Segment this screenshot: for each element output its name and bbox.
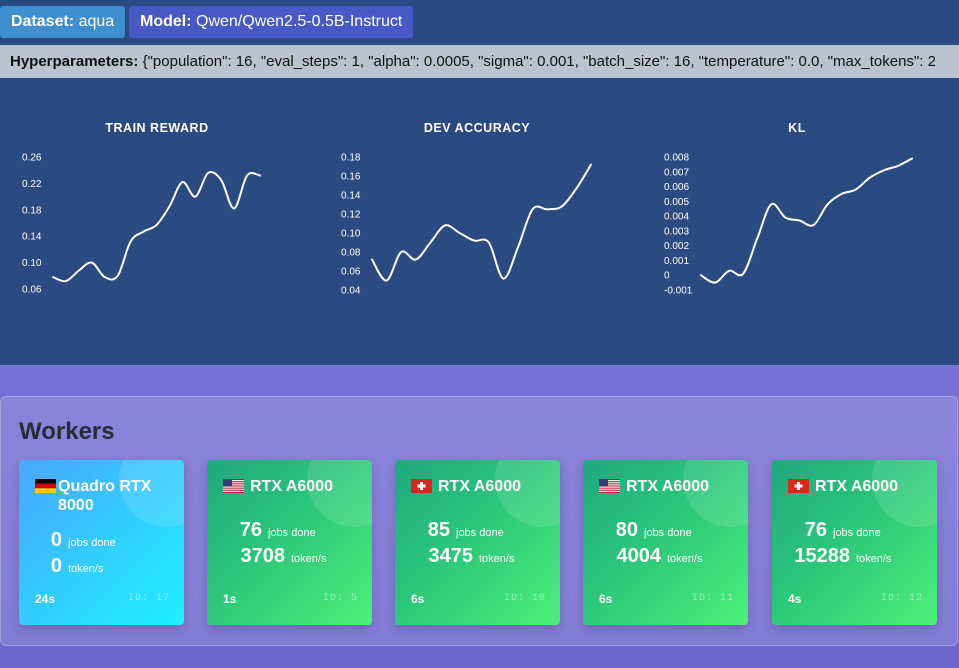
dev-accuracy-y-tick: 0.12 [341, 210, 361, 221]
kl-y-tick: 0.007 [664, 167, 689, 178]
gpu-name: RTX A6000 [815, 478, 898, 495]
tokens-stat: 15288 token/s [772, 545, 937, 568]
tokens-rate: 15288 [794, 545, 850, 567]
dev-accuracy-y-tick: 0.18 [341, 153, 361, 164]
tokens-label: token/s [68, 563, 104, 575]
tokens-stat: 4004 token/s [583, 545, 748, 568]
jobs-count: 76 [804, 519, 827, 541]
dev-accuracy-y-tick: 0.10 [341, 229, 361, 240]
train-reward-y-tick: 0.14 [22, 232, 42, 243]
worker-id: ID: 5 [322, 593, 358, 604]
kl-y-tick: 0.005 [664, 197, 689, 208]
jobs-stat: 0 jobs done [19, 529, 184, 552]
jobs-label: jobs done [644, 527, 692, 539]
kl-y-tick: 0.008 [664, 153, 689, 164]
jobs-count: 85 [427, 519, 450, 541]
jobs-label: jobs done [268, 527, 316, 539]
metrics-panel: Dataset: aqua Model: Qwen/Qwen2.5-0.5B-I… [0, 0, 959, 365]
worker-id: ID: 10 [503, 593, 546, 604]
gpu-name: Quadro RTX 8000 [58, 478, 152, 514]
worker-card[interactable]: Quadro RTX 8000 0 jobs done 0 token/s 24s … [19, 460, 184, 625]
train-reward-y-tick: 0.22 [22, 179, 42, 190]
tokens-label: token/s [667, 553, 703, 565]
train-reward-series-line [52, 170, 261, 283]
jobs-count: 76 [239, 519, 262, 541]
dev-accuracy-y-tick: 0.16 [341, 172, 361, 183]
tokens-stat: 3708 token/s [207, 545, 372, 568]
worker-id: ID: 17 [127, 593, 170, 604]
gpu-name: RTX A6000 [626, 478, 709, 495]
jobs-stat: 85 jobs done [395, 519, 560, 542]
gpu-name: RTX A6000 [250, 478, 333, 495]
tokens-label: token/s [479, 553, 515, 565]
last-seen-time: 6s [411, 592, 425, 606]
usa-flag-icon [223, 479, 244, 493]
kl-y-tick: 0.004 [664, 212, 689, 223]
train-reward-y-tick: 0.26 [22, 153, 42, 164]
dev-accuracy-y-tick: 0.08 [341, 248, 361, 259]
dev-accuracy-y-tick: 0.06 [341, 267, 361, 278]
last-seen-time: 1s [223, 592, 237, 606]
tokens-stat: 3475 token/s [395, 545, 560, 568]
jobs-count: 0 [50, 529, 62, 551]
tokens-rate: 3708 [240, 545, 286, 567]
tokens-rate: 3475 [428, 545, 474, 567]
jobs-label: jobs done [456, 527, 504, 539]
worker-card[interactable]: RTX A6000 76 jobs done 3708 token/s 1s ID:… [207, 460, 372, 625]
gpu-name: RTX A6000 [438, 478, 521, 495]
kl-y-tick: 0.001 [664, 256, 689, 267]
dev-accuracy-y-tick: 0.04 [341, 286, 361, 297]
tokens-label: token/s [291, 553, 327, 565]
tokens-stat: 0 token/s [19, 555, 184, 578]
switzerland-flag-icon [411, 479, 432, 493]
train-reward-y-tick: 0.06 [22, 285, 42, 296]
dev-accuracy-series-line [371, 163, 592, 282]
worker-card[interactable]: RTX A6000 85 jobs done 3475 token/s 6s ID:… [395, 460, 560, 625]
jobs-count: 80 [615, 519, 638, 541]
kl-y-tick: 0.003 [664, 226, 689, 237]
usa-flag-icon [599, 479, 620, 493]
kl-y-tick: -0.001 [664, 286, 693, 297]
train-reward-y-tick: 0.10 [22, 258, 42, 269]
train-reward-y-tick: 0.18 [22, 205, 42, 216]
last-seen-time: 4s [788, 592, 802, 606]
kl-y-tick: 0.006 [664, 182, 689, 193]
jobs-label: jobs done [833, 527, 881, 539]
jobs-stat: 76 jobs done [772, 519, 937, 542]
dev-accuracy-y-tick: 0.14 [341, 191, 361, 202]
jobs-stat: 80 jobs done [583, 519, 748, 542]
tokens-rate: 0 [50, 555, 62, 577]
worker-id: ID: 11 [691, 593, 734, 604]
switzerland-flag-icon [788, 479, 809, 493]
jobs-stat: 76 jobs done [207, 519, 372, 542]
germany-flag-icon [35, 479, 56, 493]
worker-card[interactable]: RTX A6000 80 jobs done 4004 token/s 6s ID:… [583, 460, 748, 625]
tokens-label: token/s [856, 553, 892, 565]
tokens-rate: 4004 [616, 545, 662, 567]
kl-y-tick: 0 [664, 271, 670, 282]
last-seen-time: 24s [35, 592, 56, 606]
last-seen-time: 6s [599, 592, 613, 606]
worker-card[interactable]: RTX A6000 76 jobs done 15288 token/s 4s ID… [772, 460, 937, 625]
charts-canvas: 0.06 0.10 0.14 0.18 0.22 0.26 0.04 0.06 0.08 0.10… [22, 153, 913, 297]
kl-series-line [700, 157, 913, 284]
jobs-label: jobs done [68, 537, 116, 549]
workers-title: Workers [19, 418, 115, 445]
kl-y-tick: 0.002 [664, 241, 689, 252]
worker-id: ID: 12 [880, 593, 923, 604]
